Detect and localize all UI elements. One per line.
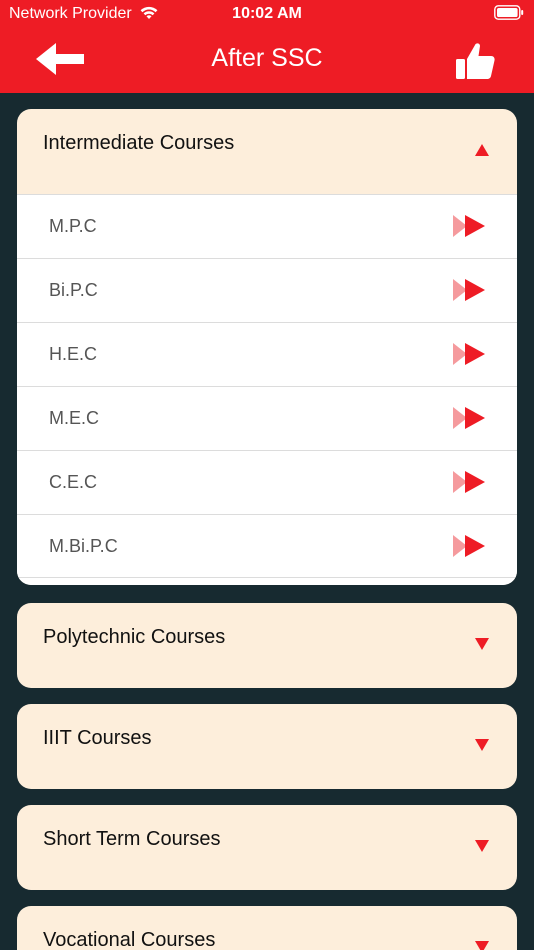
intermediate-course-list: M.P.C Bi.P.C H.E.C M.E.C C.E.C M.Bi.P.C xyxy=(17,194,517,585)
app-header: Network Provider 10:02 AM After SSC xyxy=(0,0,534,93)
fast-forward-icon xyxy=(453,471,485,493)
list-item-mbipc[interactable]: M.Bi.P.C xyxy=(17,514,517,578)
list-item-label: M.Bi.P.C xyxy=(49,536,118,556)
caret-down-icon xyxy=(475,840,489,852)
caret-down-icon xyxy=(475,941,489,950)
section-intermediate-courses: Intermediate Courses M.P.C Bi.P.C H.E.C … xyxy=(17,109,517,585)
section-title: Vocational Courses xyxy=(43,929,216,950)
section-iiit-courses: IIIT Courses xyxy=(17,704,517,789)
section-vocational-courses: Vocational Courses xyxy=(17,906,517,950)
list-item-label: H.E.C xyxy=(49,344,98,364)
section-header-iiit-courses[interactable]: IIIT Courses xyxy=(17,704,517,789)
section-title: Polytechnic Courses xyxy=(43,626,226,648)
caret-down-icon xyxy=(475,739,489,751)
fast-forward-icon xyxy=(453,407,485,429)
list-item-mec[interactable]: M.E.C xyxy=(17,386,517,450)
caret-up-icon xyxy=(475,144,489,156)
list-item-label: Bi.P.C xyxy=(49,280,98,300)
fast-forward-icon xyxy=(453,279,485,301)
list-footer-spacer xyxy=(17,578,517,585)
section-title: Intermediate Courses xyxy=(43,132,235,154)
section-header-vocational-courses[interactable]: Vocational Courses xyxy=(17,906,517,950)
section-header-short-term-courses[interactable]: Short Term Courses xyxy=(17,805,517,890)
thumbs-up-icon[interactable] xyxy=(454,41,496,81)
battery-icon xyxy=(494,5,524,20)
list-item-hec[interactable]: H.E.C xyxy=(17,322,517,386)
section-title: Short Term Courses xyxy=(43,828,221,850)
list-item-mpc[interactable]: M.P.C xyxy=(17,194,517,258)
section-short-term-courses: Short Term Courses xyxy=(17,805,517,890)
section-header-polytechnic-courses[interactable]: Polytechnic Courses xyxy=(17,603,517,688)
section-header-intermediate-courses[interactable]: Intermediate Courses xyxy=(17,109,517,194)
section-title: IIIT Courses xyxy=(43,727,152,749)
status-time: 10:02 AM xyxy=(232,5,302,22)
list-item-label: C.E.C xyxy=(49,472,98,492)
nav-bar: After SSC xyxy=(0,28,534,93)
status-bar: Network Provider 10:02 AM xyxy=(0,0,534,28)
list-item-label: M.P.C xyxy=(49,216,97,236)
section-polytechnic-courses: Polytechnic Courses xyxy=(17,603,517,688)
list-item-cec[interactable]: C.E.C xyxy=(17,450,517,514)
fast-forward-icon xyxy=(453,215,485,237)
caret-down-icon xyxy=(475,638,489,650)
fast-forward-icon xyxy=(453,535,485,557)
fast-forward-icon xyxy=(453,343,485,365)
list-item-label: M.E.C xyxy=(49,408,100,428)
list-item-bipc[interactable]: Bi.P.C xyxy=(17,258,517,322)
